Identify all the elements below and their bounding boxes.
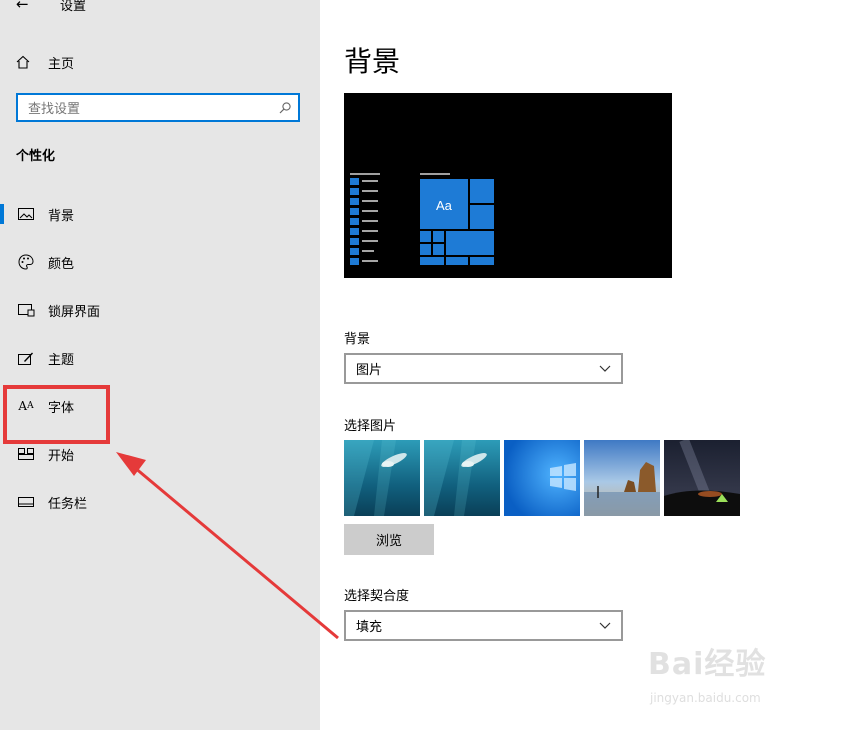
- search-icon: [272, 101, 298, 115]
- back-button[interactable]: ←: [16, 0, 34, 13]
- main-content: 背景 Aa 背景 图片 选择图片 浏览 选择契合度 填充: [320, 0, 849, 730]
- sidebar-item-background[interactable]: 背景: [0, 194, 320, 234]
- sidebar-item-home[interactable]: 主页: [16, 52, 74, 72]
- thumbnail-windows-blue[interactable]: [504, 440, 580, 516]
- picture-icon: [16, 208, 36, 220]
- sidebar-item-colors[interactable]: 颜色: [0, 242, 320, 282]
- title-bar: ← 设置: [16, 0, 86, 14]
- fit-label: 选择契合度: [344, 589, 410, 604]
- sidebar: ← 设置 主页 查找设置 个性化 背景 颜色 锁屏界面 主题 A A 字体 开始…: [0, 0, 320, 730]
- background-label: 背景: [344, 332, 371, 347]
- chevron-down-icon: [589, 365, 621, 372]
- sidebar-item-label: 锁屏界面: [48, 304, 101, 320]
- watermark-logo: Bai经验: [648, 647, 767, 682]
- sidebar-item-taskbar[interactable]: 任务栏: [0, 482, 320, 522]
- preview-start-list: [350, 173, 380, 265]
- sidebar-item-label: 主页: [48, 56, 75, 72]
- chevron-down-icon: [589, 622, 621, 629]
- preview-tile-text: Aa: [436, 198, 453, 213]
- search-placeholder: 查找设置: [28, 102, 81, 117]
- fit-dropdown[interactable]: 填充: [344, 610, 623, 641]
- page-title: 背景: [344, 45, 401, 78]
- sidebar-item-lock-screen[interactable]: 锁屏界面: [0, 290, 320, 330]
- sidebar-item-label: 颜色: [48, 256, 75, 272]
- thumbnail-underwater-1[interactable]: [344, 440, 420, 516]
- app-title: 设置: [60, 0, 87, 14]
- start-menu-icon: [16, 448, 36, 460]
- annotation-highlight-box: [3, 385, 110, 444]
- preview-tiles: Aa: [420, 173, 494, 265]
- browse-button[interactable]: 浏览: [344, 524, 434, 555]
- fit-dropdown-value: 填充: [356, 620, 383, 635]
- sidebar-item-label: 任务栏: [48, 496, 88, 512]
- lock-screen-icon: [16, 303, 36, 317]
- sidebar-item-label: 开始: [48, 448, 75, 464]
- thumbnail-night-sky[interactable]: [664, 440, 740, 516]
- thumbnail-underwater-2[interactable]: [424, 440, 500, 516]
- choose-picture-label: 选择图片: [344, 419, 397, 434]
- theme-brush-icon: [16, 351, 36, 366]
- sidebar-item-themes[interactable]: 主题: [0, 338, 320, 378]
- home-icon: [16, 55, 36, 69]
- background-dropdown-value: 图片: [356, 363, 383, 378]
- sidebar-item-label: 背景: [48, 208, 75, 224]
- taskbar-icon: [16, 497, 36, 507]
- thumbnail-beach[interactable]: [584, 440, 660, 516]
- watermark-url: jingyan.baidu.com: [650, 691, 761, 705]
- watermark: Bai经验 jingyan.baidu.com: [648, 635, 848, 715]
- palette-icon: [16, 254, 36, 270]
- sidebar-item-label: 主题: [48, 352, 75, 368]
- picture-thumbnails: [344, 440, 740, 516]
- background-preview: Aa: [344, 93, 672, 278]
- search-input[interactable]: 查找设置: [16, 93, 300, 122]
- background-dropdown[interactable]: 图片: [344, 353, 623, 384]
- section-title: 个性化: [16, 149, 56, 164]
